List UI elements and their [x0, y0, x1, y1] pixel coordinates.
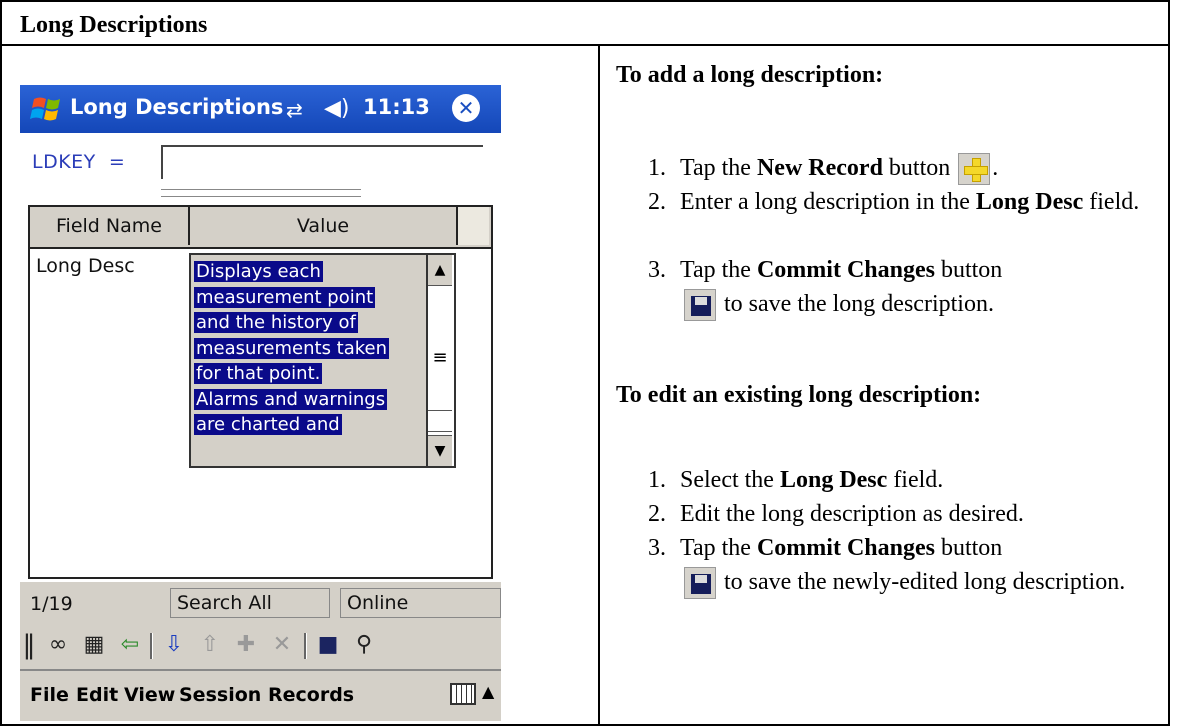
value-line: are charted and: [194, 414, 342, 435]
insert-record-icon[interactable]: ⇩: [160, 631, 188, 659]
value-line: Alarms and warnings: [194, 388, 388, 410]
new-record-icon: [958, 153, 991, 186]
close-icon[interactable]: ✕: [452, 94, 480, 122]
connectivity-arrows-icon[interactable]: ⇄: [286, 98, 303, 122]
search-mode[interactable]: Search All: [170, 588, 330, 618]
column-header-value[interactable]: Value: [190, 207, 458, 245]
back-arrow-icon[interactable]: ⇦: [116, 631, 144, 659]
grid-header: Field Name Value: [30, 207, 491, 249]
vertical-scrollbar[interactable]: ▲ ≡ ▼: [426, 255, 454, 466]
toolbar-separator: [150, 633, 153, 659]
record-counter: 1/19: [30, 593, 73, 615]
windows-flag-icon[interactable]: [28, 93, 66, 125]
append-record-icon[interactable]: ⇧: [196, 631, 224, 659]
menu-view[interactable]: View: [124, 684, 175, 706]
status-bar: 1/19 Search All Online: [20, 585, 501, 621]
menu-session[interactable]: Session: [179, 684, 261, 706]
value-text[interactable]: Displays each measurement point and the …: [194, 259, 426, 438]
window-title: Long Descriptions: [70, 95, 284, 119]
glasses-icon[interactable]: ∞: [44, 631, 72, 659]
connection-mode[interactable]: Online: [340, 588, 501, 618]
speaker-icon[interactable]: ◀): [324, 96, 350, 121]
edit-heading: To edit an existing long description:: [616, 382, 982, 408]
title-bar: Long Descriptions ⇄ ◀) 11:13 ✕: [20, 85, 501, 133]
menu-file[interactable]: File: [30, 684, 69, 706]
delete-icon[interactable]: ✕: [268, 631, 296, 659]
row-field-name[interactable]: Long Desc: [36, 255, 135, 277]
ldkey-underline: [161, 189, 361, 197]
value-line: Displays each: [194, 261, 323, 282]
toolbar-separator: [304, 633, 307, 659]
clock-time[interactable]: 11:13: [363, 95, 430, 119]
scroll-down-icon[interactable]: ▼: [428, 435, 452, 466]
table-icon[interactable]: ▦: [80, 631, 108, 659]
column-divider: [598, 44, 600, 724]
save-icon: [684, 567, 716, 600]
menu-bar: File Edit View Session Records ▲: [20, 669, 501, 721]
new-record-icon[interactable]: ✚: [232, 631, 260, 659]
value-line: and the history of: [194, 312, 358, 333]
scroll-up-icon[interactable]: ▲: [428, 255, 452, 286]
keyboard-icon[interactable]: [450, 683, 476, 705]
menu-records[interactable]: Records: [268, 684, 354, 706]
document-header: Long Descriptions: [2, 2, 1168, 46]
value-line: measurements taken: [194, 337, 390, 359]
menu-edit[interactable]: Edit: [76, 684, 118, 706]
save-icon: [684, 289, 716, 322]
scroll-thumb[interactable]: [428, 410, 452, 432]
grip-icon[interactable]: ‖: [22, 631, 36, 659]
value-line: measurement point: [194, 286, 376, 308]
add-heading: To add a long description:: [616, 62, 884, 88]
value-editor[interactable]: Displays each measurement point and the …: [189, 253, 456, 468]
value-line: for that point.: [194, 363, 323, 384]
ldkey-label: LDKEY =: [32, 151, 126, 173]
ldkey-input[interactable]: [161, 145, 483, 179]
column-header-filler: [458, 207, 489, 245]
scroll-grip-icon[interactable]: ≡: [428, 347, 452, 368]
device-screenshot: Long Descriptions ⇄ ◀) 11:13 ✕ LDKEY = F…: [20, 85, 501, 721]
field-grid: Field Name Value Long Desc Displays each…: [28, 205, 493, 579]
input-menu-arrow-icon[interactable]: ▲: [482, 682, 494, 701]
save-icon[interactable]: ■: [314, 631, 342, 659]
column-header-field-name[interactable]: Field Name: [30, 207, 190, 245]
toolbar: ‖ ∞ ▦ ⇦ ⇩ ⇧ ✚ ✕ ■ ⚲: [20, 625, 501, 665]
document-title: Long Descriptions: [20, 12, 208, 38]
search-icon[interactable]: ⚲: [350, 631, 378, 659]
